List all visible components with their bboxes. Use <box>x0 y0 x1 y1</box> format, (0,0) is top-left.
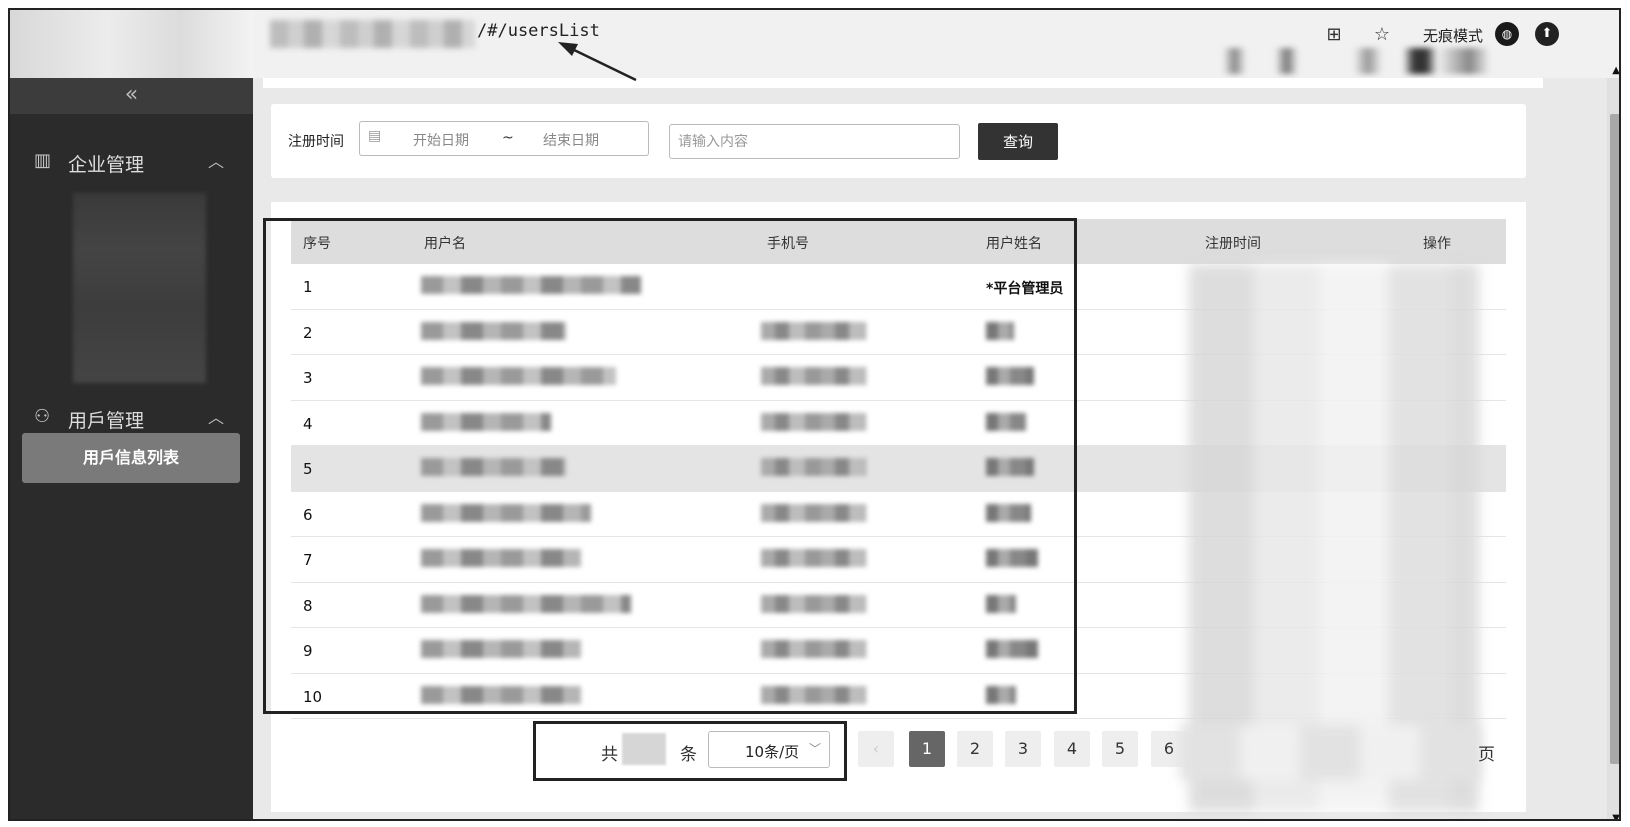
annotation-arrow <box>558 42 637 82</box>
arrow-head <box>558 42 578 56</box>
arrow-shaft <box>569 46 637 82</box>
